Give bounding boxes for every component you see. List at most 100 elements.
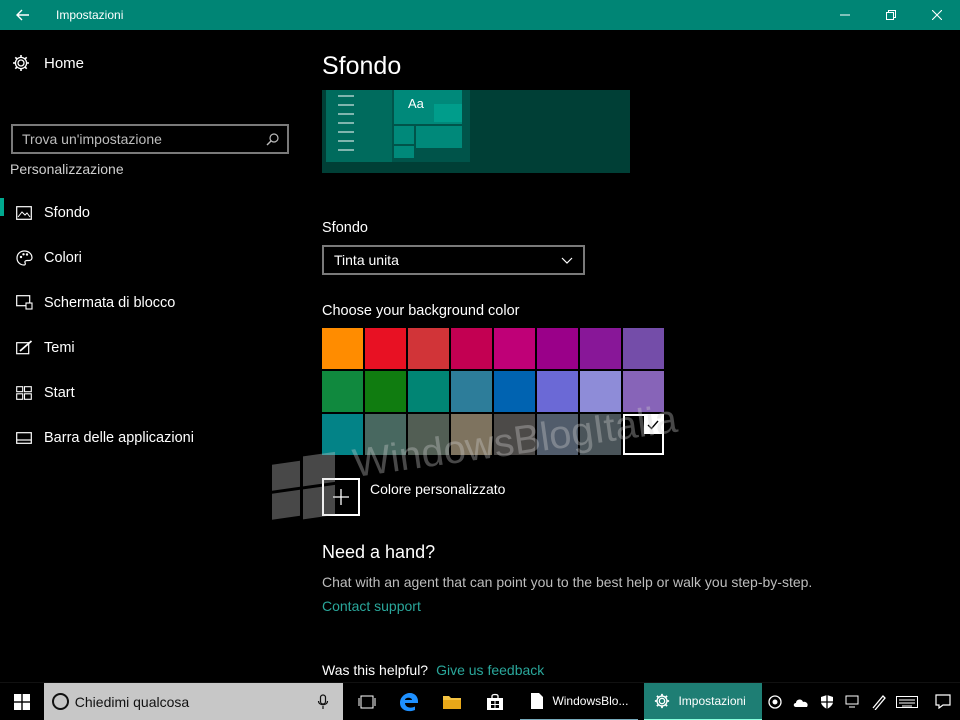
home-label: Home	[44, 54, 85, 72]
palette-icon	[15, 249, 33, 267]
color-swatch[interactable]	[494, 414, 535, 455]
color-swatch[interactable]	[494, 371, 535, 412]
preview-sample-text: Aa	[408, 96, 424, 111]
color-swatch[interactable]	[365, 328, 406, 369]
themes-brush-icon	[15, 339, 33, 357]
onedrive-cloud-icon[interactable]	[790, 683, 812, 720]
color-swatch[interactable]	[322, 371, 363, 412]
custom-color-label: Colore personalizzato	[370, 481, 506, 497]
taskbar-app-label: WindowsBlo...	[552, 693, 629, 708]
sidebar: Home Trova un'impostazione Personalizzaz…	[0, 30, 300, 682]
minimize-icon	[840, 14, 850, 16]
page-title: Sfondo	[322, 52, 402, 80]
taskbar-app-impostazioni[interactable]: Impostazioni	[644, 682, 762, 720]
system-tray	[762, 683, 960, 720]
store-button[interactable]	[474, 683, 517, 720]
checkmark-icon	[644, 416, 662, 434]
keyboard-icon[interactable]	[894, 683, 920, 720]
action-center-icon[interactable]	[928, 683, 958, 720]
sidebar-item-colori[interactable]: Colori	[0, 235, 300, 280]
maximize-button[interactable]	[868, 0, 914, 30]
close-button[interactable]	[914, 0, 960, 30]
color-swatch[interactable]	[322, 414, 363, 455]
taskbar-app-label: Impostazioni	[678, 693, 746, 708]
color-swatch[interactable]	[451, 328, 492, 369]
color-swatch[interactable]	[537, 414, 578, 455]
cortana-search-input[interactable]: Chiedimi qualcosa	[43, 682, 344, 720]
gear-icon	[655, 693, 670, 708]
colors-label: Choose your background color	[322, 303, 520, 319]
sidebar-item-sfondo[interactable]: Sfondo	[0, 190, 300, 235]
sidebar-nav: Sfondo Colori Schermata di blocco Temi S…	[0, 190, 300, 460]
file-explorer-button[interactable]	[431, 683, 474, 720]
cortana-placeholder: Chiedimi qualcosa	[74, 693, 190, 710]
sidebar-item-barra-delle-applicazioni[interactable]: Barra delle applicazioni	[0, 415, 300, 460]
color-swatch[interactable]	[365, 371, 406, 412]
edge-button[interactable]	[388, 683, 431, 720]
home-link[interactable]: Home	[12, 54, 84, 72]
color-swatch[interactable]	[580, 371, 621, 412]
color-swatch[interactable]	[408, 371, 449, 412]
task-view-button[interactable]	[345, 683, 388, 720]
contact-support-link[interactable]: Contact support	[322, 598, 421, 614]
main-content: Sfondo Aa Sfondo Tinta unita Choose your…	[322, 30, 942, 682]
dropdown-value: Tinta unita	[334, 252, 399, 268]
close-icon	[932, 10, 942, 20]
window-title: Impostazioni	[56, 8, 124, 22]
minimize-button[interactable]	[822, 0, 868, 30]
taskbar: Chiedimi qualcosa WindowsBlo... Impostaz…	[0, 682, 960, 720]
color-swatch[interactable]	[494, 328, 535, 369]
search-placeholder: Trova un'impostazione	[22, 131, 162, 147]
custom-color-button[interactable]: Colore personalizzato	[322, 478, 505, 516]
color-swatch[interactable]	[451, 414, 492, 455]
color-swatch[interactable]	[408, 328, 449, 369]
record-icon[interactable]	[764, 683, 786, 720]
color-swatch[interactable]	[537, 371, 578, 412]
chevron-down-icon	[561, 257, 573, 264]
taskbar-icon	[15, 429, 33, 447]
color-swatch[interactable]	[322, 328, 363, 369]
section-title: Personalizzazione	[10, 161, 124, 177]
color-swatch[interactable]	[580, 328, 621, 369]
pen-ink-icon[interactable]	[868, 683, 890, 720]
network-icon[interactable]	[842, 683, 864, 720]
color-swatch[interactable]	[408, 414, 449, 455]
defender-shield-icon[interactable]	[816, 683, 838, 720]
feedback-link[interactable]: Give us feedback	[436, 662, 544, 678]
sidebar-item-label: Start	[44, 384, 75, 401]
search-icon	[266, 132, 279, 145]
color-swatch-grid	[322, 328, 664, 455]
color-swatch[interactable]	[623, 414, 664, 455]
color-swatch[interactable]	[365, 414, 406, 455]
title-bar: Impostazioni	[0, 0, 960, 30]
help-title: Need a hand?	[322, 542, 436, 562]
sidebar-item-label: Temi	[44, 339, 75, 356]
helpful-question: Was this helpful?	[322, 662, 429, 678]
restore-icon	[886, 10, 896, 20]
back-button[interactable]	[0, 0, 46, 30]
taskbar-app-windowsblog[interactable]: WindowsBlo...	[520, 683, 639, 720]
store-bag-icon	[487, 693, 504, 710]
lock-screen-icon	[15, 294, 33, 312]
sidebar-item-start[interactable]: Start	[0, 370, 300, 415]
color-swatch[interactable]	[623, 328, 664, 369]
sidebar-item-label: Sfondo	[44, 204, 90, 221]
settings-search-input[interactable]: Trova un'impostazione	[11, 124, 289, 154]
plus-icon	[322, 478, 360, 516]
background-preview: Aa	[322, 90, 630, 173]
background-type-dropdown[interactable]: Tinta unita	[322, 245, 585, 275]
helpful-row: Was this helpful? Give us feedback	[322, 662, 544, 678]
folder-icon	[443, 695, 462, 709]
windows-logo-icon	[13, 693, 30, 710]
color-swatch[interactable]	[451, 371, 492, 412]
sidebar-item-schermata-di-blocco[interactable]: Schermata di blocco	[0, 280, 300, 325]
color-swatch[interactable]	[580, 414, 621, 455]
start-tiles-icon	[15, 384, 33, 402]
color-swatch[interactable]	[623, 371, 664, 412]
sidebar-item-label: Barra delle applicazioni	[44, 429, 194, 446]
color-swatch[interactable]	[537, 328, 578, 369]
edge-icon	[400, 692, 419, 711]
microphone-icon[interactable]	[317, 693, 329, 710]
sidebar-item-temi[interactable]: Temi	[0, 325, 300, 370]
start-button[interactable]	[0, 683, 44, 720]
